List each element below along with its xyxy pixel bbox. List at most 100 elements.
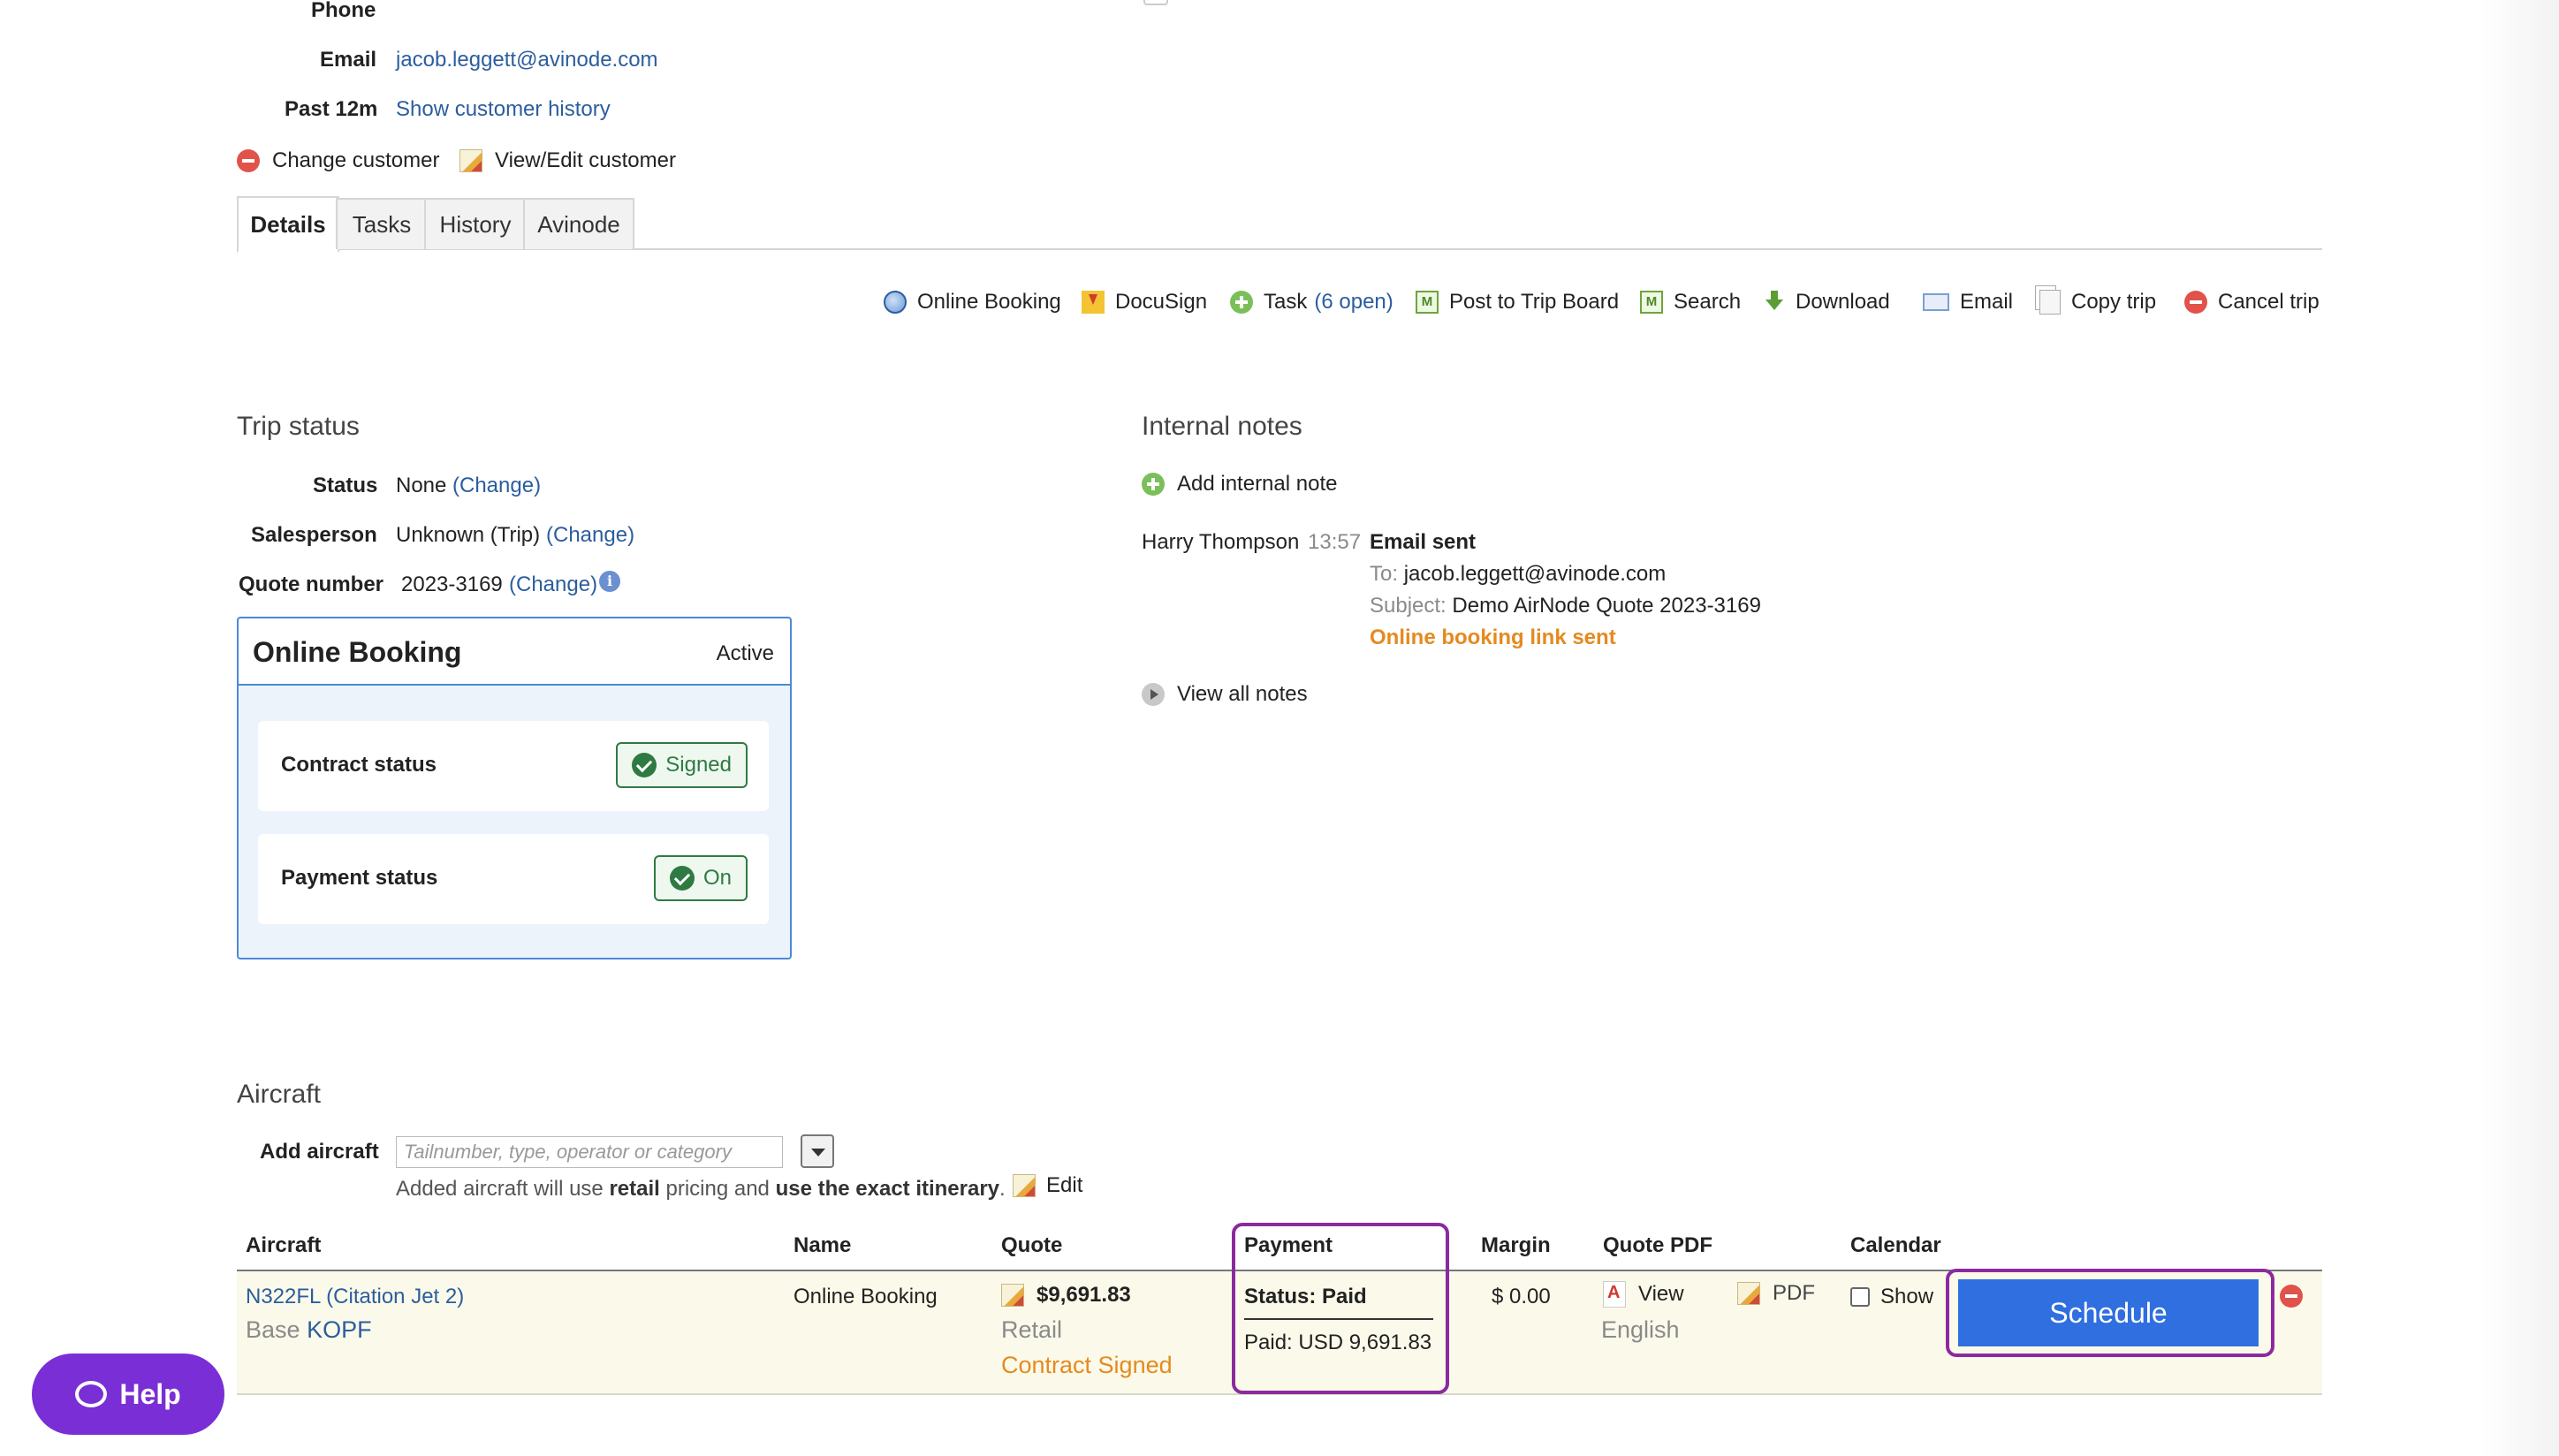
email-button[interactable]: Email: [1923, 290, 2013, 315]
tab-history[interactable]: History: [424, 198, 527, 249]
online-booking-header: Online Booking Active: [239, 618, 790, 686]
add-internal-note-button[interactable]: Add internal note: [1142, 472, 1337, 497]
quote-amount[interactable]: $9,691.83: [1001, 1283, 1131, 1308]
aircraft-heading: Aircraft: [237, 1080, 322, 1109]
view-all-notes-label: View all notes: [1177, 682, 1308, 706]
help-button[interactable]: Help: [32, 1354, 224, 1435]
status-change-link[interactable]: (Change): [452, 474, 541, 498]
quote-number-label: Quote number: [239, 573, 384, 596]
base-value[interactable]: KOPF: [307, 1316, 372, 1343]
partial-checkbox[interactable]: [1143, 0, 1168, 5]
col-name: Name: [794, 1233, 852, 1257]
note-to: To: jacob.leggett@avinode.com: [1370, 562, 1666, 587]
download-button[interactable]: Download: [1764, 290, 1890, 315]
salesperson-value: Unknown (Trip): [396, 523, 541, 547]
note-subject: Subject: Demo AirNode Quote 2023-3169: [1370, 594, 1761, 618]
online-booking-button[interactable]: Online Booking: [884, 290, 1061, 315]
tab-details[interactable]: Details: [237, 196, 339, 253]
add-aircraft-label: Add aircraft: [260, 1140, 379, 1164]
online-booking-title: Online Booking: [253, 636, 462, 668]
hint-mid: pricing and: [659, 1177, 776, 1201]
note-title: Email sent: [1370, 530, 1477, 554]
view-all-notes-button[interactable]: View all notes: [1142, 682, 1308, 707]
calendar-show[interactable]: Show: [1850, 1285, 1933, 1309]
hint-retail: retail: [609, 1177, 660, 1201]
aircraft-base: Base KOPF: [246, 1316, 372, 1344]
add-icon: [1230, 291, 1253, 314]
note-subject-value: Demo AirNode Quote 2023-3169: [1452, 594, 1761, 618]
email-link[interactable]: jacob.leggett@avinode.com: [396, 48, 658, 72]
check-icon: [669, 866, 695, 891]
search-label: Search: [1674, 290, 1742, 314]
pencil-icon: [1737, 1282, 1760, 1305]
add-aircraft-hint: Added aircraft will use retail pricing a…: [396, 1177, 1006, 1202]
aircraft-link[interactable]: N322FL (Citation Jet 2): [246, 1285, 464, 1309]
task-label: Task: [1264, 290, 1308, 314]
download-icon: [1764, 291, 1785, 314]
pdf-icon: [1603, 1281, 1626, 1308]
tab-avinode[interactable]: Avinode: [523, 198, 634, 249]
copy-trip-label: Copy trip: [2071, 290, 2157, 314]
note-author: Harry Thompson: [1142, 530, 1300, 554]
email-label: Email: [320, 48, 377, 72]
task-open-count[interactable]: (6 open): [1314, 290, 1393, 315]
cancel-trip-label: Cancel trip: [2218, 290, 2320, 314]
salesperson-change-link[interactable]: (Change): [546, 523, 634, 548]
schedule-highlight: [1946, 1269, 2274, 1357]
hint-suffix: .: [999, 1177, 1006, 1201]
col-quote: Quote: [1001, 1233, 1063, 1257]
add-icon: [1142, 473, 1165, 496]
quote-number-value: 2023-3169: [401, 573, 503, 596]
cancel-icon: [2184, 291, 2207, 314]
note-time: 13:57: [1308, 530, 1362, 554]
phone-label: Phone: [311, 0, 376, 22]
search-button[interactable]: M Search: [1640, 290, 1741, 315]
help-label: Help: [119, 1377, 181, 1410]
pencil-icon: [459, 149, 482, 172]
col-calendar: Calendar: [1850, 1233, 1941, 1257]
contract-status-badge: Signed: [616, 742, 748, 788]
docusign-icon: [1082, 291, 1105, 314]
add-aircraft-input[interactable]: Tailnumber, type, operator or category: [396, 1136, 783, 1168]
docusign-button[interactable]: DocuSign: [1082, 290, 1207, 315]
col-quote-pdf: Quote PDF: [1603, 1233, 1712, 1257]
payment-status-badge: On: [653, 855, 748, 901]
change-customer-label: Change customer: [272, 148, 440, 172]
play-icon: [1142, 683, 1165, 706]
online-booking-panel: Online Booking Active Contract status Si…: [237, 617, 792, 959]
aircraft-dropdown-button[interactable]: [801, 1134, 834, 1168]
post-trip-board-button[interactable]: M Post to Trip Board: [1416, 290, 1619, 315]
quote-type: Retail: [1001, 1316, 1063, 1343]
quote-change-link[interactable]: (Change): [509, 573, 597, 597]
pdf-label: PDF: [1773, 1281, 1815, 1305]
globe-icon: [884, 291, 907, 314]
copy-icon: [2039, 290, 2061, 315]
cancel-trip-button[interactable]: Cancel trip: [2184, 290, 2320, 315]
check-icon: [632, 753, 657, 777]
docusign-label: DocuSign: [1115, 290, 1208, 314]
change-customer-button[interactable]: Change customer: [237, 148, 439, 173]
status-value: None: [396, 474, 447, 497]
pdf-view-button[interactable]: View: [1603, 1281, 1684, 1308]
quote-status: Contract Signed: [1001, 1352, 1173, 1378]
contract-status-card: Contract status Signed: [258, 721, 769, 811]
remove-aircraft-icon[interactable]: [2280, 1285, 2303, 1308]
edit-pricing-button[interactable]: Edit: [1013, 1173, 1082, 1198]
tab-tasks[interactable]: Tasks: [336, 198, 428, 249]
copy-trip-button[interactable]: Copy trip: [2039, 290, 2156, 315]
payment-highlight: [1232, 1223, 1449, 1394]
row-name: Online Booking: [794, 1285, 938, 1308]
pdf-edit-button[interactable]: PDF: [1737, 1281, 1815, 1306]
view-edit-customer-button[interactable]: View/Edit customer: [459, 148, 676, 173]
info-icon[interactable]: i: [599, 571, 620, 592]
hint-prefix: Added aircraft will use: [396, 1177, 610, 1201]
task-button[interactable]: Task (6 open): [1230, 290, 1393, 315]
past-12m-label: Past 12m: [285, 97, 378, 121]
customer-history-link[interactable]: Show customer history: [396, 97, 611, 122]
margin-value: $ 0.00: [1492, 1285, 1551, 1308]
pencil-icon: [1001, 1284, 1024, 1307]
pdf-language[interactable]: English: [1601, 1316, 1680, 1344]
calendar-checkbox[interactable]: [1850, 1287, 1870, 1307]
note-to-value: jacob.leggett@avinode.com: [1403, 562, 1667, 586]
chat-bubble-icon: [75, 1381, 108, 1407]
